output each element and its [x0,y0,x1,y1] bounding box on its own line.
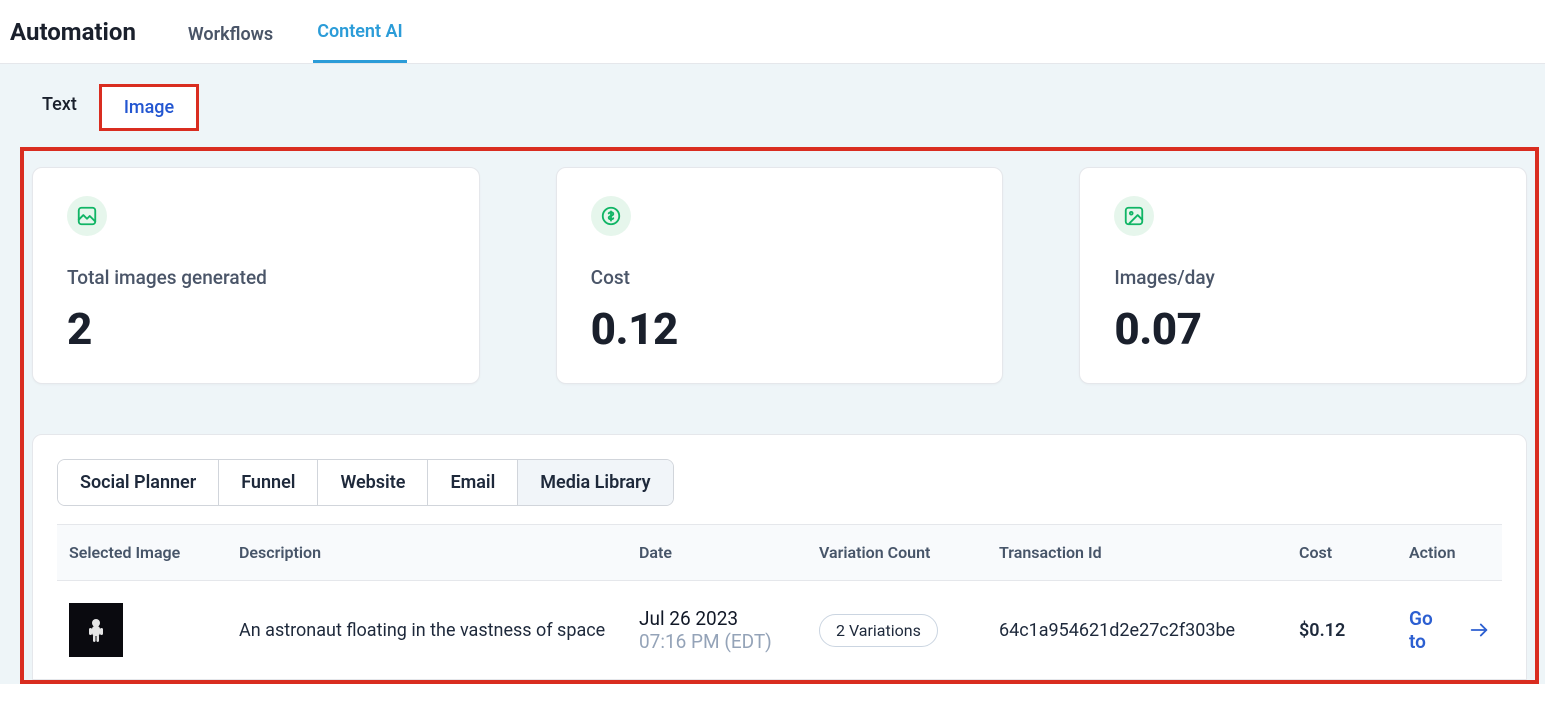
date-value: Jul 26 2023 [639,607,795,630]
col-description: Description [227,525,627,581]
table-header-row: Selected Image Description Date Variatio… [57,525,1502,581]
content-sub-tabs: Text Image [20,84,1539,131]
col-date: Date [627,525,807,581]
variation-badge: 2 Variations [819,614,938,647]
cell-action: Go to [1397,581,1502,680]
filter-tab-email[interactable]: Email [428,460,518,505]
stat-card-cost: Cost 0.12 [556,167,1004,384]
astronaut-thumbnail-icon [86,616,106,644]
cell-variation-count: 2 Variations [807,581,987,680]
col-action: Action [1397,525,1502,581]
stat-value: 0.12 [591,303,969,355]
generations-table: Selected Image Description Date Variatio… [57,524,1502,679]
cell-description: An astronaut floating in the vastness of… [227,581,627,680]
col-variation-count: Variation Count [807,525,987,581]
col-selected-image: Selected Image [57,525,227,581]
top-nav: Automation Workflows Content AI [0,0,1545,64]
stat-label: Total images generated [67,266,445,289]
cell-thumbnail [57,581,227,680]
stat-label: Cost [591,266,969,289]
stats-row: Total images generated 2 Cost 0.12 Image… [32,167,1527,384]
stat-label: Images/day [1114,266,1492,289]
highlight-region: Total images generated 2 Cost 0.12 Image… [20,147,1539,684]
dollar-icon [591,196,631,236]
filter-tab-funnel[interactable]: Funnel [219,460,318,505]
filter-tab-media-library[interactable]: Media Library [518,460,672,505]
page-title: Automation [10,18,136,46]
table-row: An astronaut floating in the vastness of… [57,581,1502,680]
stat-card-total-images: Total images generated 2 [32,167,480,384]
filter-tabs: Social Planner Funnel Website Email Medi… [57,459,674,506]
arrow-right-icon[interactable] [1468,619,1490,641]
stat-value: 2 [67,303,445,355]
image-thumbnail[interactable] [69,603,123,657]
top-nav-tabs: Workflows Content AI [184,0,443,63]
date-time-value: 07:16 PM (EDT) [639,630,795,653]
sub-tab-image[interactable]: Image [99,84,199,131]
col-transaction-id: Transaction Id [987,525,1287,581]
data-table-card: Social Planner Funnel Website Email Medi… [32,434,1527,680]
image-icon [67,196,107,236]
cell-transaction-id: 64c1a954621d2e27c2f303be [987,581,1287,680]
sub-tab-text[interactable]: Text [20,84,99,131]
main-content: Text Image Total images generated 2 Cost… [0,64,1545,684]
picture-icon [1114,196,1154,236]
nav-tab-content-ai[interactable]: Content AI [313,21,407,63]
stat-card-images-per-day: Images/day 0.07 [1079,167,1527,384]
col-cost: Cost [1287,525,1397,581]
goto-link[interactable]: Go to [1409,607,1444,653]
filter-tab-social-planner[interactable]: Social Planner [58,460,219,505]
stat-value: 0.07 [1114,303,1492,355]
filter-tab-website[interactable]: Website [318,460,428,505]
cell-cost: $0.12 [1287,581,1397,680]
cell-date: Jul 26 2023 07:16 PM (EDT) [627,581,807,680]
nav-tab-workflows[interactable]: Workflows [184,24,277,63]
